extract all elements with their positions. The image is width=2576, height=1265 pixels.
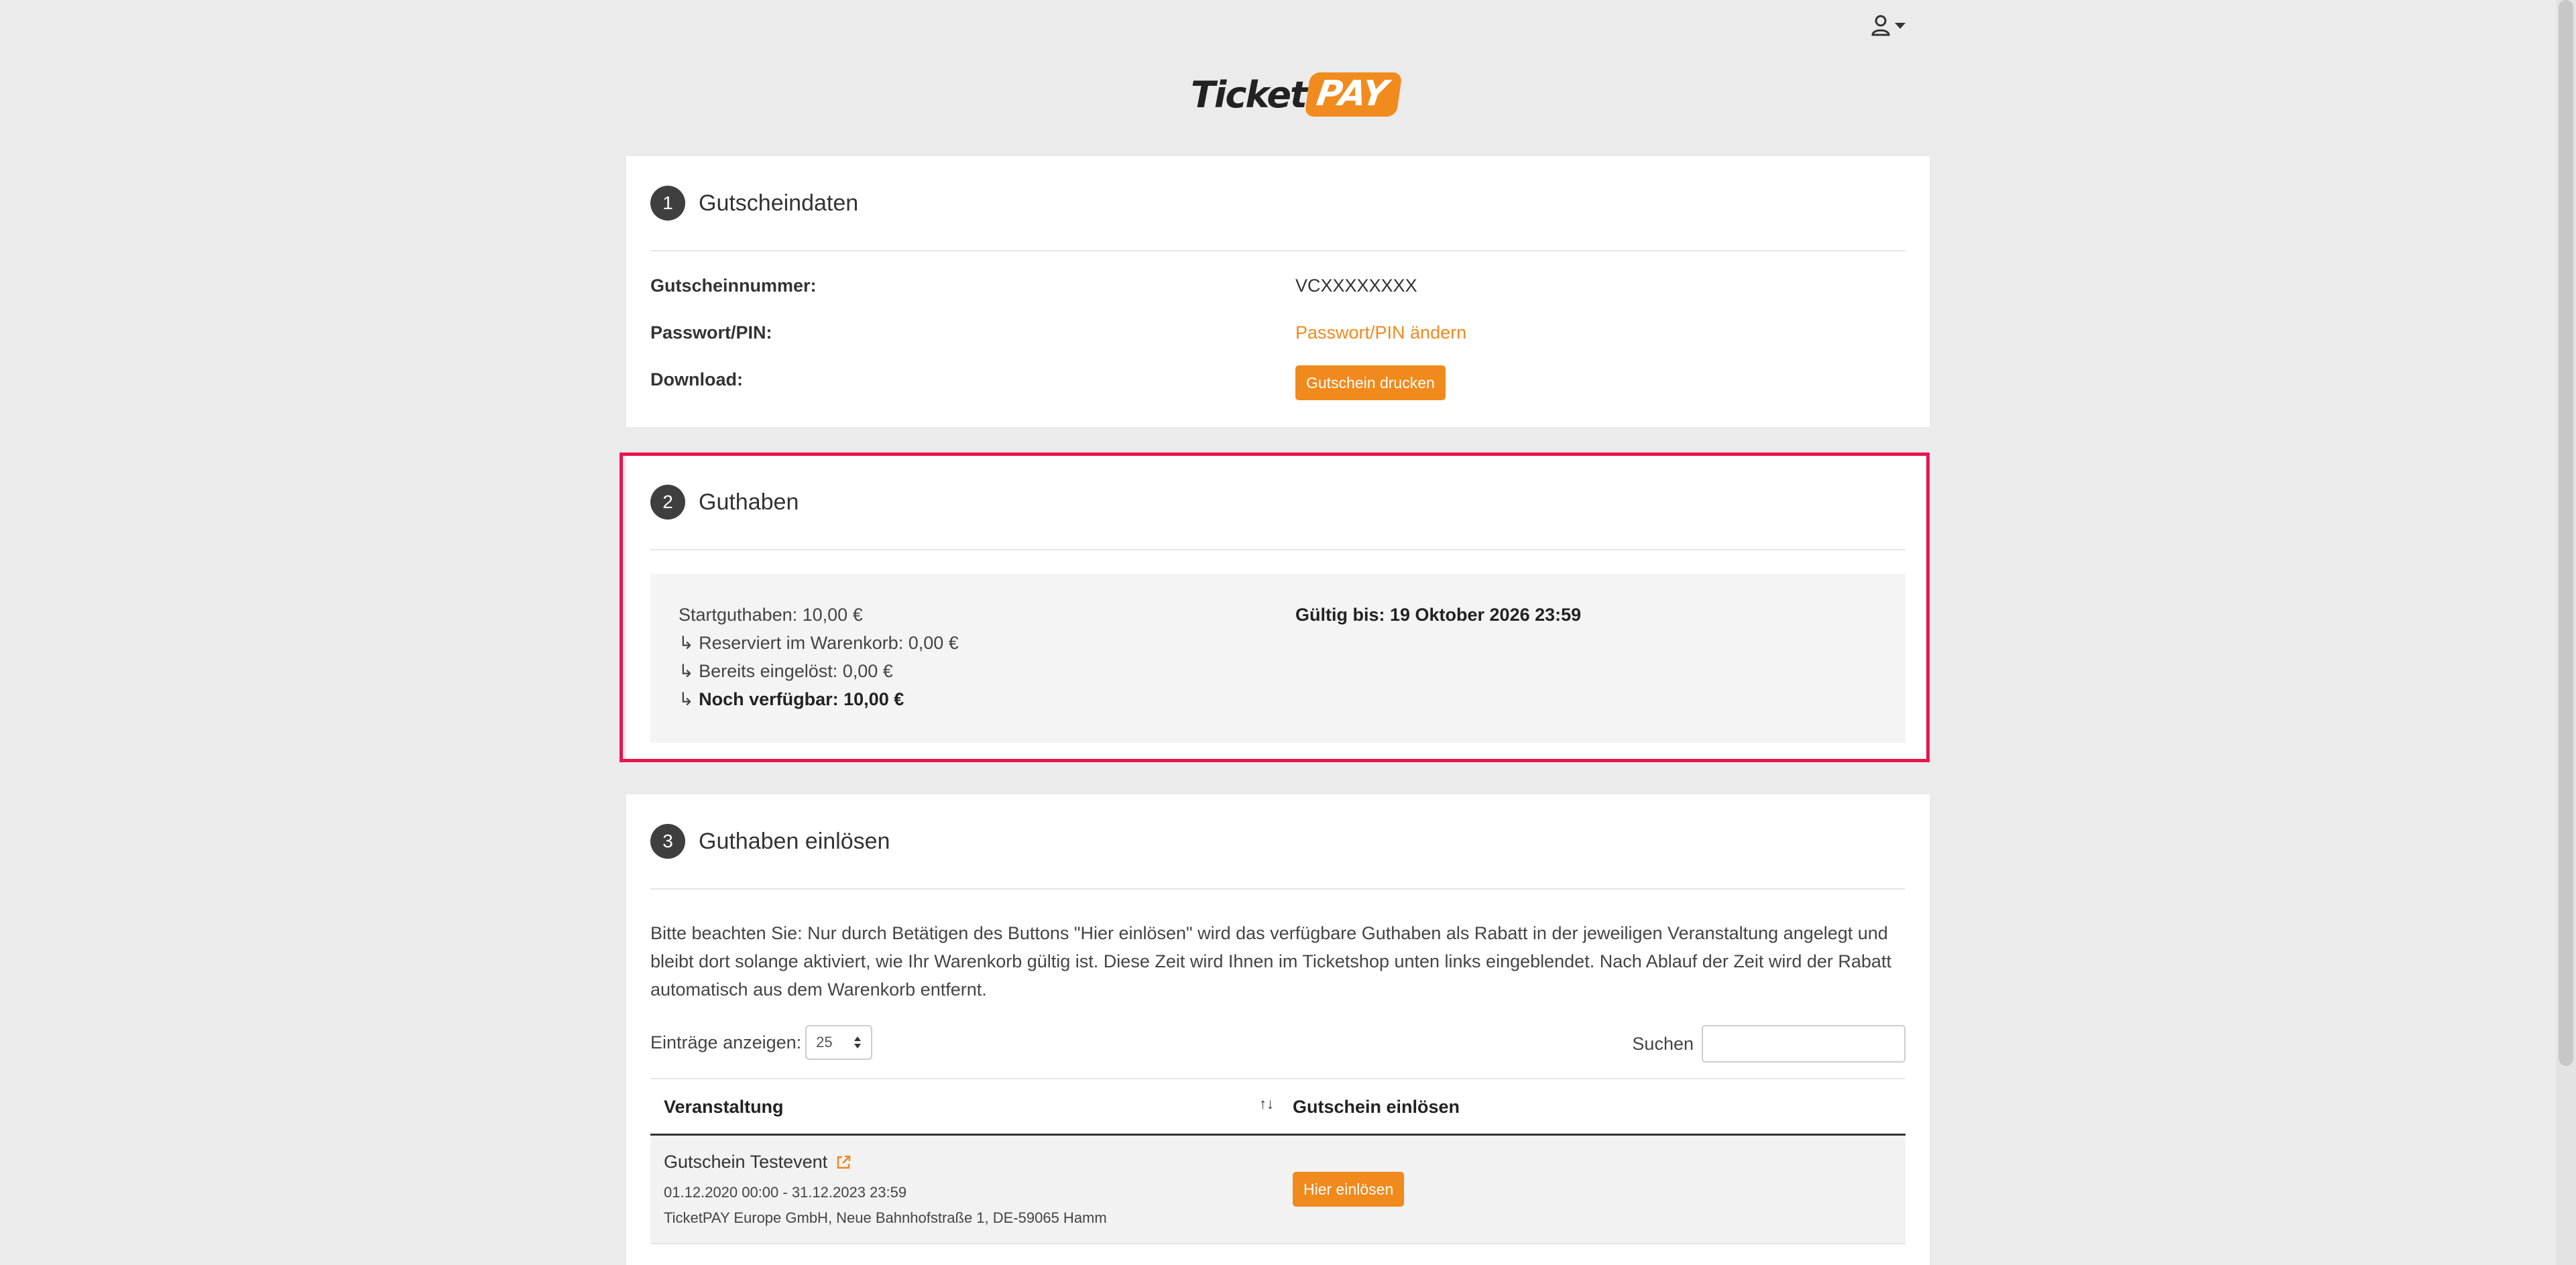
external-link-icon[interactable] <box>835 1154 852 1170</box>
search-control: Suchen <box>1632 1025 1906 1063</box>
table-row: Gutschein Testevent 01.12.2020 00:00 - 3… <box>650 1136 1906 1244</box>
card-header: 3 Guthaben einlösen <box>650 794 1906 890</box>
logo: Ticket PAY <box>1191 72 1403 117</box>
event-address: TicketPAY Europe GmbH, Neue Bahnhofstraß… <box>664 1209 1107 1226</box>
updown-icon <box>854 1036 862 1048</box>
table-header: Veranstaltung ↑↓ Gutschein einlösen <box>650 1078 1906 1136</box>
entries-label: Einträge anzeigen: <box>650 1032 802 1052</box>
search-label: Suchen <box>1632 1033 1694 1054</box>
column-header-redeem: Gutschein einlösen <box>1293 1097 1460 1117</box>
change-pin-link[interactable]: Passwort/PIN ändern <box>1295 322 1466 343</box>
pin-label: Passwort/PIN: <box>650 322 772 343</box>
scrollbar-thumb[interactable] <box>2559 0 2573 1066</box>
scrollbar[interactable] <box>2556 0 2576 1265</box>
card-title: Guthaben einlösen <box>699 828 890 854</box>
logo-ticket: Ticket <box>1191 73 1307 116</box>
card-header: 1 Gutscheindaten <box>650 156 1906 251</box>
user-menu[interactable] <box>1871 12 1911 39</box>
entries-select[interactable]: 25 <box>805 1025 873 1060</box>
highlight-frame <box>620 453 1930 762</box>
chevron-down-icon <box>1895 22 1906 29</box>
event-name-cell: Gutschein Testevent <box>664 1152 852 1172</box>
entries-value: 25 <box>816 1034 833 1050</box>
event-name: Gutschein Testevent <box>664 1152 828 1172</box>
logo-pay: PAY <box>1304 72 1403 117</box>
search-input[interactable] <box>1702 1025 1906 1063</box>
notice-text: Bitte beachten Sie: Nur durch Betätigen … <box>650 923 1891 1000</box>
events-table: Veranstaltung ↑↓ Gutschein einlösen Guts… <box>650 1078 1906 1244</box>
redeem-card: 3 Guthaben einlösen Bitte beachten Sie: … <box>626 794 1930 1265</box>
event-date: 01.12.2020 00:00 - 31.12.2023 23:59 <box>664 1184 907 1201</box>
user-icon <box>1871 15 1890 36</box>
voucher-data-card: 1 Gutscheindaten Gutscheinnummer: VCXXXX… <box>626 156 1930 427</box>
card-title: Gutscheindaten <box>699 190 859 216</box>
redeem-button[interactable]: Hier einlösen <box>1293 1172 1405 1207</box>
step-badge: 3 <box>650 824 685 859</box>
sort-icon[interactable]: ↑↓ <box>1259 1095 1274 1113</box>
entries-control: Einträge anzeigen: 25 <box>650 1025 873 1060</box>
column-header-event[interactable]: Veranstaltung <box>664 1097 784 1118</box>
voucher-number-value: VCXXXXXXXX <box>1295 276 1417 296</box>
step-badge: 1 <box>650 186 685 221</box>
print-voucher-button[interactable]: Gutschein drucken <box>1295 365 1446 400</box>
voucher-number-label: Gutscheinnummer: <box>650 276 817 296</box>
download-label: Download: <box>650 369 743 389</box>
